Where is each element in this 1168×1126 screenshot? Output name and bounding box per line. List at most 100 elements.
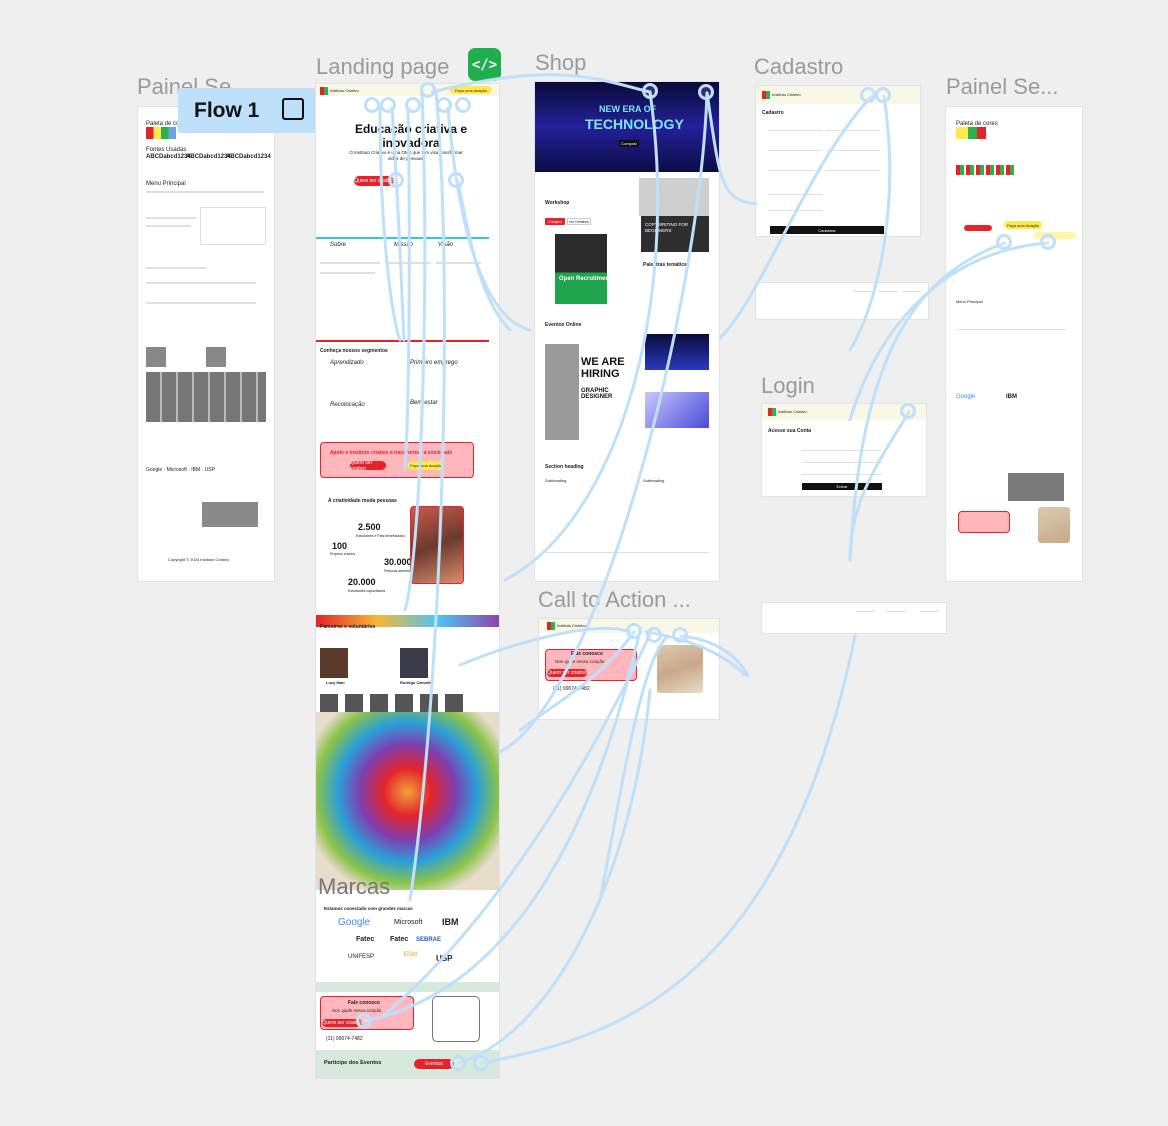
connection-node[interactable] (698, 84, 714, 100)
help-button[interactable]: Quero ser criativo (350, 460, 386, 472)
brands-title: Estamos conectado com grandes marcas (324, 906, 413, 911)
whatsapp-phone[interactable]: (11) 99074-7482 (326, 1036, 363, 1042)
connection-node[interactable] (626, 623, 642, 639)
frame-cadastro[interactable]: Instituto Criativo Cadastro Cadastrar (756, 86, 920, 236)
connection-node[interactable] (405, 97, 421, 113)
map-image (657, 645, 703, 693)
login-field[interactable] (802, 474, 882, 475)
frame-title-cta[interactable]: Call to Action ... (538, 587, 691, 613)
form-field[interactable] (826, 170, 880, 171)
hiring-line-2: HIRING (581, 368, 620, 380)
brand-ibm: IBM (442, 917, 459, 927)
code-icon[interactable]: </> (468, 48, 501, 81)
event-photo (545, 344, 579, 440)
events-button[interactable]: Eventos (414, 1059, 454, 1069)
login-title: Acesse sua Conta (768, 428, 812, 434)
sample-button[interactable] (964, 225, 992, 231)
frame-title-shop[interactable]: Shop (535, 50, 586, 76)
form-field[interactable] (768, 150, 822, 151)
frame-title-cadastro[interactable]: Cadastro (754, 54, 843, 80)
frame-login[interactable]: Instituto Criativo Acesse sua Conta Entr… (762, 404, 926, 496)
segment-primeiro-emprego: Primeiro emprego (410, 360, 458, 366)
frame-footer-small-2[interactable] (762, 603, 946, 633)
logo-icon (320, 87, 328, 95)
donate-button[interactable]: Faça uma doação (450, 86, 492, 94)
connection-node[interactable] (996, 234, 1012, 250)
connection-node[interactable] (380, 97, 396, 113)
frame-title-login[interactable]: Login (761, 373, 815, 399)
connection-node[interactable] (436, 97, 452, 113)
frame-footer-small[interactable] (756, 283, 928, 319)
connection-node[interactable] (646, 627, 662, 643)
poster-title: Open Recruitment (559, 276, 612, 282)
login-submit-button[interactable]: Entrar (802, 483, 882, 490)
brand-esm: ESM (404, 952, 418, 958)
text-line (146, 267, 206, 269)
cta-button[interactable]: Quero ser criativo (547, 669, 587, 677)
connection-node[interactable] (642, 83, 658, 99)
cadastro-submit-button[interactable]: Cadastrar (770, 226, 884, 234)
connection-node[interactable] (875, 87, 891, 103)
connection-node[interactable] (388, 172, 404, 188)
divider-band (316, 982, 499, 992)
frame-landing[interactable]: Instituto Criativo Faça uma doação Educa… (316, 84, 499, 1078)
play-icon[interactable] (282, 98, 304, 120)
visao-heading: Visão (438, 242, 453, 248)
form-field[interactable] (768, 194, 822, 195)
footer-copyright: Copyright © 2024 Instituto Criativo (168, 557, 229, 562)
hiring-line-1: WE ARE (581, 356, 625, 368)
banner-line-2: TECHNOLOGY (585, 116, 684, 132)
connection-node[interactable] (356, 1013, 372, 1029)
frame-painel-right[interactable]: Paleta de cores Faça uma doação Menu Pri… (946, 107, 1082, 581)
form-field[interactable] (768, 130, 822, 131)
connection-node[interactable] (364, 97, 380, 113)
form-field[interactable] (826, 150, 880, 151)
connection-node[interactable] (448, 172, 464, 188)
login-field[interactable] (802, 462, 882, 463)
cta-phone[interactable]: (11) 99074-7482 (553, 686, 590, 692)
logo-icon (768, 408, 776, 416)
help-title: Ajude o instituto criativo a transformar… (330, 450, 453, 456)
text-line (320, 272, 375, 274)
brand-fatec: Fatec (390, 936, 409, 943)
banner-button[interactable]: Comprar (619, 140, 639, 147)
workshop-buy-button[interactable]: Comprar (545, 218, 565, 225)
connection-node[interactable] (455, 97, 471, 113)
connection-node[interactable] (420, 82, 436, 98)
connection-node[interactable] (1040, 234, 1056, 250)
partners-title: Parceiros e voluntários (320, 624, 376, 630)
frame-painel-left[interactable]: Paleta de cores Fontes Usadas ABCDabcd12… (138, 107, 274, 581)
frame-shop[interactable]: NEW ERA OF TECHNOLOGY Comprar Workshop C… (535, 82, 719, 581)
login-field[interactable] (802, 450, 882, 451)
connection-node[interactable] (860, 87, 876, 103)
text-line (146, 302, 256, 304)
connection-node[interactable] (900, 403, 916, 419)
connection-node[interactable] (473, 1055, 489, 1071)
form-field[interactable] (768, 210, 822, 211)
volunteer-row (320, 694, 470, 712)
flow-chip[interactable]: Flow 1 (178, 88, 316, 133)
brand-name: Instituto Criativo (778, 409, 807, 414)
text-line (320, 262, 380, 264)
font-sample: ABCDabcd1234 (146, 154, 191, 160)
brand-ibm: IBM (1006, 394, 1017, 400)
form-field[interactable] (768, 170, 822, 171)
image-placeholder (432, 996, 480, 1042)
connection-node[interactable] (450, 1055, 466, 1071)
stat-1-label: Estudantes e Pais beneficiados (356, 534, 405, 538)
cta-subtitle: Nos ajude nessa criação (555, 659, 605, 664)
frame-title-painel-right[interactable]: Painel Se... (946, 74, 1059, 100)
help-donate-button[interactable]: Faça uma doação (408, 461, 444, 470)
workshop-details-button[interactable]: Ver Detalhes (567, 218, 591, 225)
brand-fatec: Fatec (356, 936, 375, 943)
connection-node[interactable] (672, 627, 688, 643)
brand-name: Instituto Criativo (772, 92, 801, 97)
palestras-title: Palestras temáticas (643, 262, 690, 268)
form-field[interactable] (826, 130, 880, 131)
sample-yellow-button[interactable]: Faça uma doação (1004, 221, 1042, 229)
frame-title-landing[interactable]: Landing page (316, 54, 449, 80)
stat-2: 100 (332, 541, 348, 551)
logo-icon (547, 622, 555, 630)
flow-label: Flow 1 (194, 98, 260, 122)
menu-label: Menu Principal (146, 181, 186, 187)
